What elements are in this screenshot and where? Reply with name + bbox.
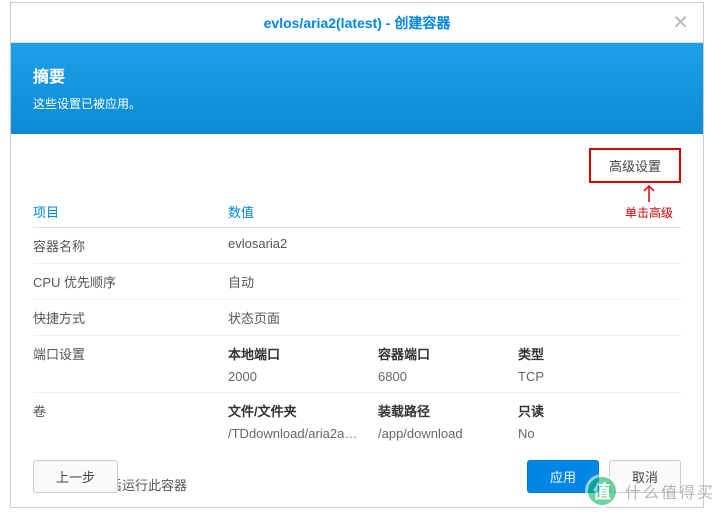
port-local-value: 2000 <box>228 369 378 384</box>
create-container-dialog: evlos/aria2(latest) - 创建容器 ✕ 摘要 这些设置已被应用… <box>10 2 704 508</box>
row-value: 自动 <box>228 272 681 291</box>
banner-subtitle: 这些设置已被应用。 <box>33 95 681 112</box>
row-label: 端口设置 <box>33 344 228 384</box>
table-row: CPU 优先顺序 自动 <box>33 264 681 300</box>
close-icon[interactable]: ✕ <box>672 3 689 43</box>
port-container-value: 6800 <box>378 369 518 384</box>
titlebar: evlos/aria2(latest) - 创建容器 ✕ <box>11 3 703 43</box>
table-row: 快捷方式 状态页面 <box>33 300 681 336</box>
prev-button[interactable]: 上一步 <box>33 460 118 493</box>
volume-row: 卷 文件/文件夹 /TDdownload/aria2a… 装载路径 /app/d… <box>33 393 681 449</box>
volume-file-header: 文件/文件夹 <box>228 401 378 420</box>
port-settings-row: 端口设置 本地端口 2000 容器端口 6800 类型 TCP <box>33 336 681 393</box>
header-item: 项目 <box>33 202 228 221</box>
row-label: CPU 优先顺序 <box>33 272 228 291</box>
port-type-header: 类型 <box>518 344 681 363</box>
volume-mount-header: 装载路径 <box>378 401 518 420</box>
summary-banner: 摘要 这些设置已被应用。 <box>11 43 703 134</box>
table-row: 容器名称 evlosaria2 <box>33 228 681 264</box>
port-type-value: TCP <box>518 369 681 384</box>
apply-button[interactable]: 应用 <box>527 460 599 493</box>
annotation-label: 单击高级 <box>625 206 673 220</box>
content-area: 高级设置 单击高级 项目 数值 容器名称 evlosaria2 CPU 优先顺序… <box>11 134 703 494</box>
advanced-settings-button[interactable]: 高级设置 <box>589 148 681 183</box>
volume-mount-value: /app/download <box>378 426 518 441</box>
banner-title: 摘要 <box>33 63 681 87</box>
header-value: 数值 <box>228 202 681 221</box>
volume-file-value: /TDdownload/aria2a… <box>228 426 378 441</box>
row-label: 快捷方式 <box>33 308 228 327</box>
cancel-button[interactable]: 取消 <box>609 460 681 493</box>
row-label: 容器名称 <box>33 236 228 255</box>
table-header: 项目 数值 <box>33 202 681 228</box>
annotation-click-advanced: 单击高级 <box>625 184 673 221</box>
dialog-footer: 上一步 应用 取消 <box>33 460 681 493</box>
arrow-up-icon <box>642 184 656 204</box>
port-container-header: 容器端口 <box>378 344 518 363</box>
dialog-title: evlos/aria2(latest) - 创建容器 <box>264 15 451 31</box>
row-value: 状态页面 <box>228 308 681 327</box>
port-local-header: 本地端口 <box>228 344 378 363</box>
settings-table: 项目 数值 容器名称 evlosaria2 CPU 优先顺序 自动 快捷方式 状… <box>33 202 681 449</box>
row-label: 卷 <box>33 401 228 441</box>
volume-readonly-header: 只读 <box>518 401 681 420</box>
volume-readonly-value: No <box>518 426 681 441</box>
row-value: evlosaria2 <box>228 236 681 255</box>
